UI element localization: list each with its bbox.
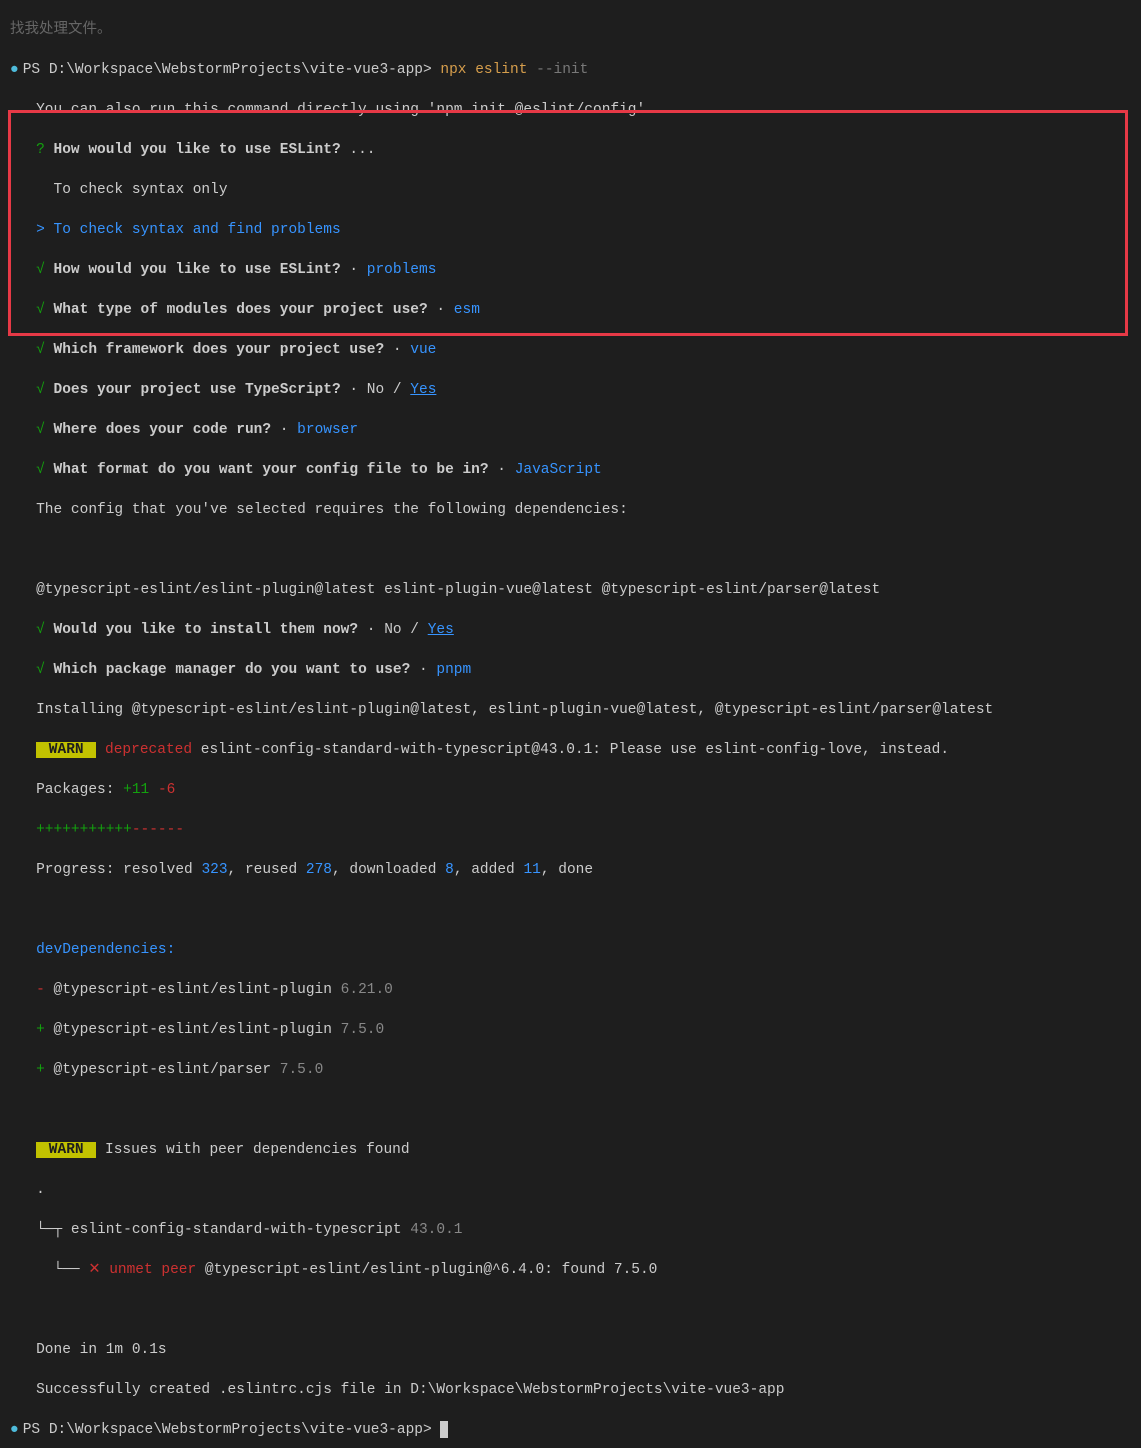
blank-line	[10, 540, 1141, 560]
yes-link: Yes	[410, 382, 436, 398]
warn-badge: WARN	[36, 742, 96, 758]
command-npx: npx	[440, 62, 475, 78]
cursor-icon	[440, 1421, 448, 1438]
option-1: To check syntax only	[10, 180, 1141, 200]
deps-list: @typescript-eslint/eslint-plugin@latest …	[10, 580, 1141, 600]
progress-line: Progress: resolved 323, reused 278, down…	[10, 860, 1141, 880]
installing-line: Installing @typescript-eslint/eslint-plu…	[10, 700, 1141, 720]
tree-branch-2: └── ✕ unmet peer @typescript-eslint/esli…	[10, 1260, 1141, 1280]
answer-install: √ Would you like to install them now? · …	[10, 620, 1141, 640]
answer-ts: √ Does your project use TypeScript? · No…	[10, 380, 1141, 400]
answer-2: √ What type of modules does your project…	[10, 300, 1141, 320]
tree-branch-1: └─┬ eslint-config-standard-with-typescri…	[10, 1220, 1141, 1240]
warn-deprecated: WARN deprecated eslint-config-standard-w…	[10, 740, 1141, 760]
cropped-line: 找我处理文件。	[10, 20, 1141, 40]
packages-count: Packages: +11 -6	[10, 780, 1141, 800]
warn-badge-2: WARN	[36, 1142, 96, 1158]
devdeps-header: devDependencies:	[10, 940, 1141, 960]
question-line: ? How would you like to use ESLint? ...	[10, 140, 1141, 160]
answer-1: √ How would you like to use ESLint? · pr…	[10, 260, 1141, 280]
done-line: Done in 1m 0.1s	[10, 1340, 1141, 1360]
progress-bar: +++++++++++------	[10, 820, 1141, 840]
blank	[10, 1300, 1141, 1320]
answer-format: √ What format do you want your config fi…	[10, 460, 1141, 480]
option-2-selected: > To check syntax and find problems	[10, 220, 1141, 240]
answer-pkg-mgr: √ Which package manager do you want to u…	[10, 660, 1141, 680]
yes-link-2: Yes	[428, 622, 454, 638]
command-flag: --init	[536, 62, 588, 78]
bullet-icon: ●	[10, 1422, 19, 1438]
devdep-removed: - @typescript-eslint/eslint-plugin 6.21.…	[10, 980, 1141, 1000]
prompt-line-1: ●PS D:\Workspace\WebstormProjects\vite-v…	[10, 60, 1141, 80]
devdep-added-2: + @typescript-eslint/parser 7.5.0	[10, 1060, 1141, 1080]
intro-line: You can also run this command directly u…	[10, 100, 1141, 120]
prompt-line-2[interactable]: ●PS D:\Workspace\WebstormProjects\vite-v…	[10, 1420, 1141, 1440]
devdep-added-1: + @typescript-eslint/eslint-plugin 7.5.0	[10, 1020, 1141, 1040]
success-line: Successfully created .eslintrc.cjs file …	[10, 1380, 1141, 1400]
config-requires-msg: The config that you've selected requires…	[10, 500, 1141, 520]
command-eslint: eslint	[475, 62, 536, 78]
cross-icon: ✕	[88, 1262, 109, 1278]
warn-peer: WARN Issues with peer dependencies found	[10, 1140, 1141, 1160]
answer-where: √ Where does your code run? · browser	[10, 420, 1141, 440]
answer-3: √ Which framework does your project use?…	[10, 340, 1141, 360]
blank	[10, 1100, 1141, 1120]
terminal-output[interactable]: 找我处理文件。 ●PS D:\Workspace\WebstormProject…	[0, 0, 1141, 1448]
tree-root: .	[10, 1180, 1141, 1200]
bullet-icon: ●	[10, 62, 19, 78]
blank	[10, 900, 1141, 920]
